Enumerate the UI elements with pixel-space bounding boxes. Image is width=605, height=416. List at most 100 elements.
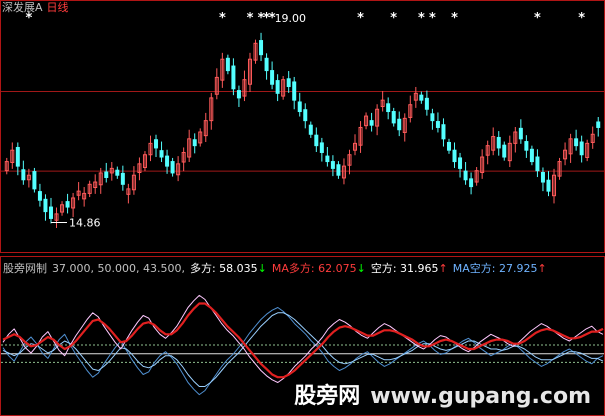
candle (463, 162, 468, 185)
candle (154, 134, 159, 158)
candle (192, 133, 197, 154)
candle (292, 76, 297, 110)
candle (330, 155, 335, 177)
candle (314, 127, 319, 153)
candle (430, 108, 435, 130)
candle-body (275, 80, 280, 94)
candle-body (540, 171, 545, 183)
candle-body (524, 141, 529, 151)
candle (181, 147, 186, 172)
candle (126, 183, 131, 204)
candle-body (529, 148, 534, 163)
candle-body (441, 124, 446, 140)
candle-body (231, 65, 236, 90)
indicator-params: 37.000, 50.000, 43.500, (52, 262, 185, 275)
candle (76, 182, 81, 201)
indicator-levels (1, 344, 604, 363)
candle-body (159, 150, 164, 158)
candle (209, 92, 214, 130)
candle (120, 165, 125, 191)
candle (131, 166, 136, 195)
candle (579, 135, 584, 163)
candle-body (264, 57, 269, 72)
legend-ma-bull-value: 62.075 (318, 262, 357, 275)
candle (203, 112, 208, 143)
candle-body (463, 170, 468, 181)
candle (319, 137, 324, 162)
candle-body (458, 157, 463, 169)
candle-body (430, 113, 435, 122)
candle-body (452, 149, 457, 163)
candle (198, 128, 203, 147)
candle-body (546, 179, 551, 192)
candle-body (446, 141, 451, 151)
candle-body (65, 201, 70, 208)
indicator-title[interactable]: 股旁网制 (3, 262, 47, 275)
candle (336, 161, 341, 179)
candle (391, 107, 396, 127)
legend-bull-name: 多方 (189, 262, 212, 275)
candle-body (236, 90, 241, 99)
candle (275, 74, 280, 102)
candle (563, 142, 568, 166)
signal-star: * (534, 11, 541, 26)
candle (93, 174, 98, 194)
candle (557, 157, 562, 180)
candle-body (336, 164, 341, 176)
candle (568, 133, 573, 163)
candle (4, 157, 9, 175)
candle (513, 126, 518, 153)
candle-body (435, 121, 440, 128)
candle (386, 97, 391, 120)
candle (546, 171, 551, 197)
candle (15, 142, 20, 176)
chart-header: 深发展A 日线 (2, 1, 69, 14)
candle (214, 68, 219, 100)
legend-bear-arrow: ↑ (438, 262, 448, 275)
candle-body (330, 161, 335, 169)
candle (552, 168, 557, 204)
candle (375, 104, 380, 136)
candle (535, 149, 540, 178)
symbol-name[interactable]: 深发展A (2, 1, 43, 14)
candle (281, 76, 286, 100)
legend-bear-name: 空方 (370, 262, 393, 275)
watermark-site-name: 股旁网 (294, 384, 361, 409)
signal-star: * (578, 11, 585, 26)
candle-body (596, 121, 601, 128)
candle-body (154, 139, 159, 149)
candle (87, 180, 92, 198)
candle (441, 118, 446, 147)
candle-body (115, 169, 120, 176)
legend-ma-bull-name: MA多方 (271, 262, 311, 275)
candle (286, 71, 291, 93)
candle-body (43, 198, 48, 213)
candle (115, 166, 120, 179)
candle-body (579, 141, 584, 156)
candle-body (502, 144, 507, 158)
candle (137, 157, 142, 181)
candle (71, 192, 76, 218)
candle (408, 95, 413, 123)
candle-body (574, 138, 579, 147)
candle-body (314, 134, 319, 147)
candle (480, 149, 485, 179)
candle-body (419, 94, 424, 101)
signal-star: * (429, 11, 436, 26)
candle (397, 111, 402, 137)
candle (109, 162, 114, 181)
period-label[interactable]: 日线 (47, 1, 69, 14)
candle (104, 162, 109, 183)
candle (496, 131, 501, 156)
candle (435, 112, 440, 133)
candle (159, 141, 164, 163)
candle (236, 85, 241, 107)
legend-bear-value: 31.965 (400, 262, 439, 275)
candle-body (391, 111, 396, 124)
candle-body (165, 155, 170, 167)
signal-star: * (219, 11, 226, 26)
candle-body (496, 136, 501, 149)
candle-body (303, 109, 308, 122)
candle (585, 139, 590, 162)
candle-body (424, 97, 429, 110)
